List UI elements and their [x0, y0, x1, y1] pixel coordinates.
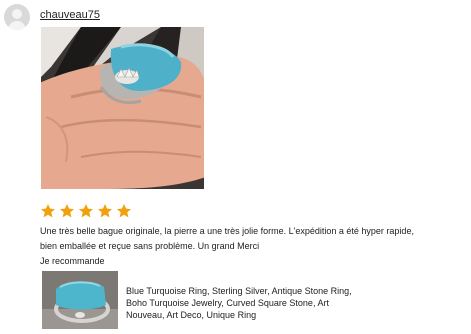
user-avatar-icon[interactable]	[4, 4, 30, 30]
product-thumbnail[interactable]	[42, 271, 118, 329]
review-text-line: Une très belle bague originale, la pierr…	[40, 226, 414, 236]
review-text-line: Je recommande	[40, 256, 105, 266]
rating-stars	[40, 203, 132, 219]
star-icon	[98, 204, 112, 218]
reviewer-username-link[interactable]: chauveau75	[40, 9, 100, 21]
star-icon	[117, 204, 131, 218]
review-text: Une très belle bague originale, la pierr…	[40, 224, 465, 269]
product-title-link[interactable]: Blue Turquoise Ring, Sterling Silver, An…	[126, 285, 356, 321]
review-photo[interactable]	[41, 27, 204, 189]
product-title-line: Nouveau, Art Deco, Unique Ring	[126, 310, 257, 320]
product-title-line: Blue Turquoise Ring, Sterling Silver, An…	[126, 286, 352, 296]
review-text-line: bien emballée et reçue sans problème. Un…	[40, 241, 260, 251]
product-title-line: Boho Turquoise Jewelry, Curved Square St…	[126, 298, 329, 308]
star-icon	[79, 204, 93, 218]
star-icon	[60, 204, 74, 218]
star-icon	[41, 204, 55, 218]
